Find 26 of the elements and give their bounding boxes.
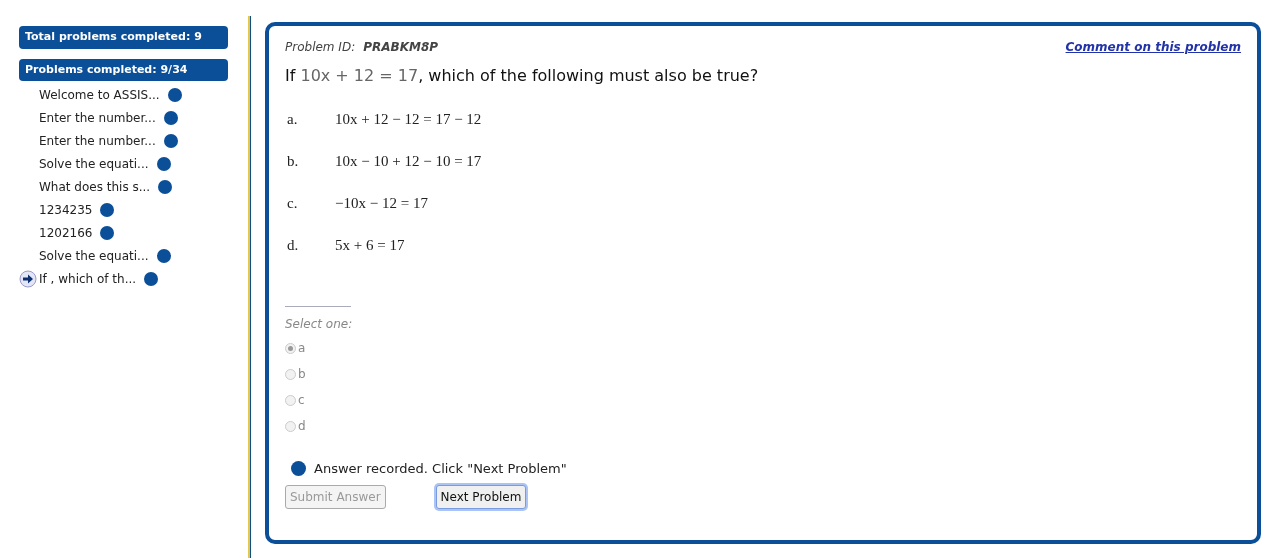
problem-link[interactable]: Enter the number... [39, 108, 156, 127]
question-text: If 10x + 12 = 17, which of the following must also be true? [285, 65, 760, 87]
select-one-label: Select one: [285, 316, 354, 333]
choice-equation: 10x + 12 − 12 = 17 − 12 [335, 109, 482, 129]
next-button[interactable]: Next Problem [435, 484, 527, 509]
problem-link[interactable]: Welcome to ASSIS... [39, 85, 160, 104]
choice-equation: 10x − 10 + 12 − 10 = 17 [335, 151, 482, 171]
problem-link[interactable]: If , which of th... [39, 269, 137, 288]
choice-letter: b. [286, 151, 300, 171]
choice-letter: c. [286, 193, 299, 213]
problem-link[interactable]: 1202166 [39, 223, 93, 242]
choice-letter: d. [286, 235, 300, 255]
choice-equation: 5x + 6 = 17 [335, 235, 405, 255]
problem-link[interactable]: What does this s... [39, 177, 151, 196]
problem-link[interactable]: 1234235 [39, 200, 93, 219]
problem-id: PRABKM8P [363, 39, 439, 56]
choice-equation: −10x − 12 = 17 [335, 193, 428, 213]
problem-link[interactable]: Solve the equati... [39, 246, 149, 265]
choice-letter: a. [286, 109, 299, 129]
status-message: Answer recorded. Click "Next Problem" [314, 460, 567, 478]
problems-completed-banner: Problems completed: 9/34 [19, 58, 228, 81]
problem-link[interactable]: Enter the number... [39, 131, 156, 150]
problem-link[interactable]: Solve the equati... [39, 154, 149, 173]
total-completed-banner: Total problems completed: 9 [19, 26, 228, 49]
problem-id-label: Problem ID: [285, 39, 356, 56]
comment-link[interactable]: Comment on this problem [1065, 38, 1241, 56]
